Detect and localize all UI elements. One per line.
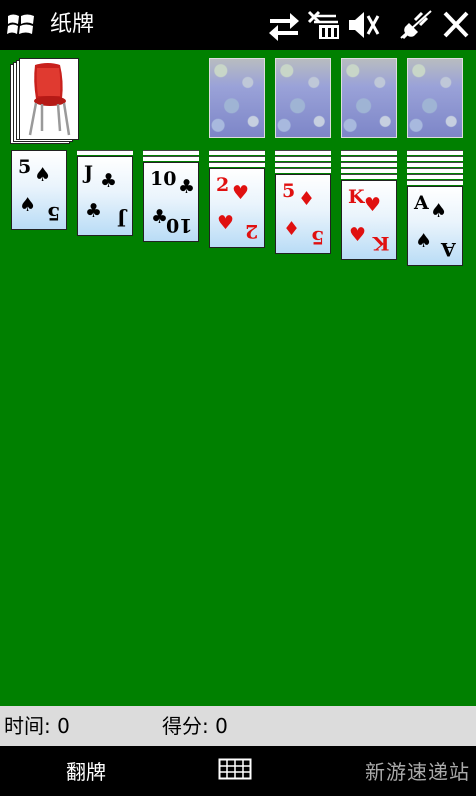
stock-top-card	[19, 58, 79, 140]
card-rank-top: 10	[150, 168, 177, 190]
windows-start-icon[interactable]	[6, 11, 36, 39]
card-suit-top: ♥	[217, 212, 235, 234]
card-suit-top: ♦	[298, 188, 316, 210]
hidden-card-edge	[209, 156, 265, 161]
card-rank-top: A	[414, 192, 429, 214]
hidden-card-edge	[407, 180, 463, 185]
hidden-card-edge	[275, 156, 331, 161]
card-suit-top: ♠	[415, 230, 433, 252]
hidden-card-edge	[341, 156, 397, 161]
card-suit-top: ♠	[34, 164, 52, 186]
card-rank-bottom: 2	[244, 220, 258, 242]
hidden-card-edge	[341, 162, 397, 167]
card-rank-top: 2	[216, 174, 230, 196]
power-plug-icon[interactable]	[398, 8, 434, 42]
card-suit-top: ♥	[232, 182, 250, 204]
hidden-card-edge	[407, 168, 463, 173]
hidden-card-edge	[407, 162, 463, 167]
card-suit-top: ♦	[283, 218, 301, 240]
tableau-top-card[interactable]: 5 ♦ ♦ 5	[275, 174, 331, 254]
foundation-pile-3[interactable]	[341, 58, 397, 138]
hidden-card-edge	[209, 150, 265, 155]
tableau-top-card[interactable]: K ♥ ♥ K	[341, 180, 397, 260]
tableau-top-card[interactable]: 10 ♣ ♣ 10	[143, 162, 199, 242]
card-rank-bottom: A	[441, 238, 456, 260]
foundation-pile-2[interactable]	[275, 58, 331, 138]
softkey-bar: 翻牌 新游速递站	[0, 746, 476, 796]
stock-pile[interactable]	[10, 58, 79, 146]
hidden-card-edge	[341, 174, 397, 179]
tableau-top-card[interactable]: 2 ♥ ♥ 2	[209, 168, 265, 248]
card-suit-top: ♣	[100, 170, 118, 192]
hidden-card-edge	[143, 156, 199, 161]
foundation-pile-1[interactable]	[209, 58, 265, 138]
hidden-card-edge	[407, 156, 463, 161]
card-rank-top: 5	[18, 156, 32, 178]
card-rank-bottom: 5	[310, 226, 324, 248]
card-rank-top: K	[348, 186, 365, 208]
title-bar: 纸牌	[0, 0, 476, 50]
card-rank-top: 5	[282, 180, 296, 202]
hidden-card-edge	[143, 150, 199, 155]
card-rank-bottom: K	[373, 232, 390, 254]
hidden-card-edge	[407, 150, 463, 155]
card-suit-top: ♣	[178, 176, 196, 198]
status-bar: 时间: 0 得分: 0	[0, 706, 476, 746]
close-icon[interactable]	[438, 8, 474, 42]
time-display: 时间: 0	[4, 714, 70, 738]
score-display: 得分: 0	[162, 714, 228, 738]
card-suit-top: ♠	[430, 200, 448, 222]
app-title: 纸牌	[50, 12, 95, 37]
tableau-top-card[interactable]: A ♠ ♠ A	[407, 186, 463, 266]
volume-muted-icon[interactable]	[346, 8, 382, 42]
chair-image	[28, 63, 71, 136]
hidden-card-edge	[77, 150, 133, 155]
hidden-card-edge	[275, 168, 331, 173]
card-rank-top: J	[84, 162, 93, 184]
card-suit-top: ♥	[364, 194, 382, 216]
no-signal-icon[interactable]	[306, 8, 342, 42]
game-board: 5 ♠ ♠ 5 J ♣ ♣ J 10 ♣ ♣ 10 2 ♥ ♥ 2 5 ♦ ♦ 5 K ♥ ♥ K A ♠ ♠ A	[0, 50, 476, 706]
tableau-top-card[interactable]: 5 ♠ ♠ 5	[11, 150, 67, 230]
hidden-card-edge	[275, 162, 331, 167]
menu-grid-icon[interactable]	[218, 758, 252, 780]
deal-softkey[interactable]: 翻牌	[66, 760, 106, 784]
foundation-pile-4[interactable]	[407, 58, 463, 138]
card-suit-top: ♣	[85, 200, 103, 222]
card-suit-top: ♠	[19, 194, 37, 216]
hidden-card-edge	[341, 150, 397, 155]
hidden-card-edge	[209, 162, 265, 167]
hidden-card-edge	[407, 174, 463, 179]
tableau-top-card[interactable]: J ♣ ♣ J	[77, 156, 133, 236]
card-rank-bottom: 5	[46, 202, 60, 224]
hidden-card-edge	[275, 150, 331, 155]
card-rank-bottom: 10	[165, 214, 192, 236]
watermark-text: 新游速递站	[365, 760, 470, 784]
card-rank-bottom: J	[117, 208, 126, 230]
card-suit-top: ♥	[349, 224, 367, 246]
sync-icon[interactable]	[266, 8, 302, 42]
hidden-card-edge	[341, 168, 397, 173]
